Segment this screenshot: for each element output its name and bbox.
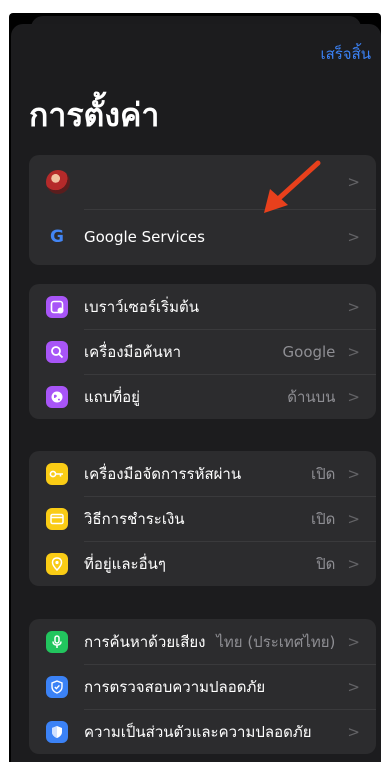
search-engine-row[interactable]: เครื่องมือค้นหา Google > bbox=[29, 329, 376, 374]
chevron-right-icon: > bbox=[347, 464, 360, 483]
voice-search-value: ไทย (ประเทศไทย) bbox=[216, 632, 336, 651]
payment-methods-value: เปิด bbox=[311, 509, 336, 528]
chevron-right-icon: > bbox=[347, 722, 360, 741]
safety-check-row[interactable]: การตรวจสอบความปลอดภัย > bbox=[29, 664, 376, 709]
address-bar-row[interactable]: แถบที่อยู่ ด้านบน > bbox=[29, 374, 376, 419]
chevron-right-icon: > bbox=[347, 228, 360, 246]
search-icon bbox=[46, 340, 68, 363]
avatar bbox=[46, 170, 70, 194]
addresses-row[interactable]: ที่อยู่และอื่นๆ ปิด > bbox=[29, 541, 376, 586]
addresses-value: ปิด bbox=[316, 554, 336, 573]
autofill-group: เครื่องมือจัดการรหัสผ่าน เปิด > วิธีการช… bbox=[29, 451, 376, 586]
google-services-label: Google Services bbox=[84, 228, 205, 246]
done-button[interactable]: เสร็จสิ้น bbox=[320, 42, 371, 66]
privacy-security-row[interactable]: ความเป็นส่วนตัวและความปลอดภัย > bbox=[29, 709, 376, 754]
settings-sheet: เสร็จสิ้น การตั้งค่า > G Google Services… bbox=[11, 24, 381, 762]
password-manager-row[interactable]: เครื่องมือจัดการรหัสผ่าน เปิด > bbox=[29, 451, 376, 496]
address-bar-label: แถบที่อยู่ bbox=[84, 387, 140, 406]
privacy-security-label: ความเป็นส่วนตัวและความปลอดภัย bbox=[84, 722, 312, 741]
globe-icon bbox=[46, 385, 68, 408]
browser-group: เบราว์เซอร์เริ่มต้น > เครื่องมือค้นหา Go… bbox=[29, 284, 376, 419]
privacy-group: การค้นหาด้วยเสียง ไทย (ประเทศไทย) > การต… bbox=[29, 619, 376, 754]
address-bar-value: ด้านบน bbox=[287, 387, 336, 406]
google-logo-icon: G bbox=[50, 227, 64, 247]
default-browser-icon bbox=[46, 295, 68, 318]
microphone-icon bbox=[46, 630, 68, 653]
default-browser-label: เบราว์เซอร์เริ่มต้น bbox=[84, 297, 199, 316]
search-engine-value: Google bbox=[282, 342, 336, 361]
search-engine-label: เครื่องมือค้นหา bbox=[84, 342, 182, 361]
chevron-right-icon: > bbox=[347, 677, 360, 696]
chevron-right-icon: > bbox=[347, 297, 360, 316]
chevron-right-icon: > bbox=[347, 173, 360, 191]
chevron-right-icon: > bbox=[347, 632, 360, 651]
chevron-right-icon: > bbox=[347, 554, 360, 573]
annotation-arrow-icon bbox=[264, 160, 321, 213]
screen: เสร็จสิ้น การตั้งค่า > G Google Services… bbox=[9, 13, 381, 762]
location-pin-icon bbox=[46, 552, 68, 575]
payment-methods-row[interactable]: วิธีการชำระเงิน เปิด > bbox=[29, 496, 376, 541]
chevron-right-icon: > bbox=[347, 509, 360, 528]
password-manager-value: เปิด bbox=[311, 464, 336, 483]
page-title: การตั้งค่า bbox=[29, 96, 160, 134]
password-manager-label: เครื่องมือจัดการรหัสผ่าน bbox=[84, 464, 242, 483]
payment-methods-label: วิธีการชำระเงิน bbox=[84, 509, 185, 528]
voice-search-row[interactable]: การค้นหาด้วยเสียง ไทย (ประเทศไทย) > bbox=[29, 619, 376, 664]
safety-check-label: การตรวจสอบความปลอดภัย bbox=[84, 677, 266, 696]
credit-card-icon bbox=[46, 507, 68, 530]
default-browser-row[interactable]: เบราว์เซอร์เริ่มต้น > bbox=[29, 284, 376, 329]
chevron-right-icon: > bbox=[347, 387, 360, 406]
voice-search-label: การค้นหาด้วยเสียง bbox=[84, 632, 206, 651]
shield-icon bbox=[46, 720, 68, 743]
key-icon bbox=[46, 462, 68, 485]
shield-check-icon bbox=[46, 675, 68, 698]
addresses-label: ที่อยู่และอื่นๆ bbox=[84, 554, 166, 573]
chevron-right-icon: > bbox=[347, 342, 360, 361]
